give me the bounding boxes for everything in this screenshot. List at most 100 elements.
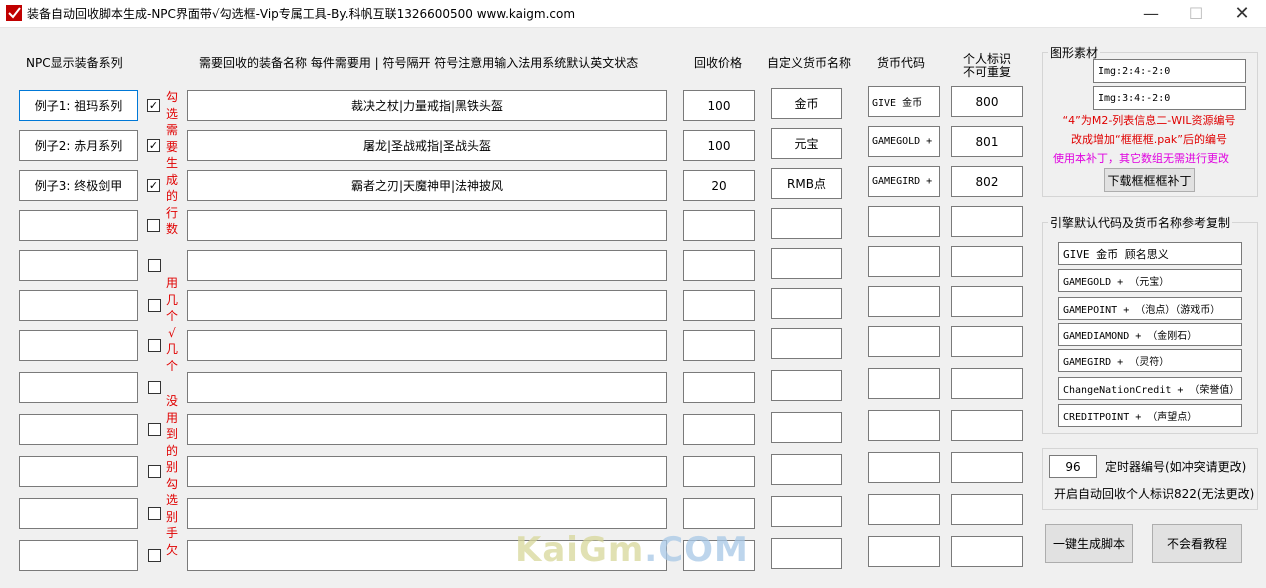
price-input[interactable]: 100 — [683, 90, 755, 121]
tutorial-button[interactable]: 不会看教程 — [1152, 524, 1242, 563]
currency-name-input[interactable]: 元宝 — [771, 128, 842, 159]
img-field-1[interactable]: Img:2:4:-2:0 — [1093, 59, 1246, 83]
item-names-input[interactable]: 屠龙|圣战戒指|圣战头盔 — [187, 130, 667, 161]
item-names-input[interactable] — [187, 290, 667, 321]
npc-series-input[interactable] — [19, 540, 138, 571]
currency-name-input[interactable] — [771, 370, 842, 401]
item-names-input[interactable] — [187, 372, 667, 403]
engine-code-field[interactable]: ChangeNationCredit + （荣誉值） — [1058, 377, 1242, 400]
row-checkbox[interactable] — [148, 423, 161, 436]
currency-name-input[interactable] — [771, 454, 842, 485]
price-input[interactable] — [683, 250, 755, 281]
personal-id-input[interactable]: 801 — [951, 126, 1023, 157]
header-price: 回收价格 — [694, 56, 743, 70]
row-checkbox[interactable] — [148, 507, 161, 520]
currency-code-input[interactable] — [868, 246, 940, 277]
personal-id-input[interactable] — [951, 452, 1023, 483]
price-input[interactable] — [683, 498, 755, 529]
currency-code-input[interactable] — [868, 494, 940, 525]
price-input[interactable] — [683, 456, 755, 487]
npc-series-input[interactable] — [19, 414, 138, 445]
item-names-input[interactable] — [187, 250, 667, 281]
personal-id-input[interactable] — [951, 326, 1023, 357]
engine-code-field[interactable]: GAMEGOLD + （元宝） — [1058, 269, 1242, 292]
price-input[interactable]: 20 — [683, 170, 755, 201]
currency-name-input[interactable] — [771, 208, 842, 239]
item-names-input[interactable] — [187, 498, 667, 529]
npc-series-input[interactable] — [19, 372, 138, 403]
currency-code-input[interactable] — [868, 410, 940, 441]
npc-series-input[interactable] — [19, 498, 138, 529]
currency-code-input[interactable] — [868, 536, 940, 567]
minimize-button[interactable]: — — [1128, 0, 1174, 27]
currency-name-input[interactable]: RMB点 — [771, 168, 842, 199]
personal-id-input[interactable] — [951, 494, 1023, 525]
maximize-button[interactable]: ☐ — [1173, 0, 1219, 27]
currency-code-input[interactable]: GAMEGOLD + — [868, 126, 940, 157]
currency-name-input[interactable]: 金币 — [771, 88, 842, 119]
npc-series-input[interactable] — [19, 210, 138, 241]
price-input[interactable] — [683, 290, 755, 321]
npc-series-input[interactable]: 例子3: 终极剑甲 — [19, 170, 138, 201]
engine-code-field[interactable]: GIVE 金币 顾名思义 — [1058, 242, 1242, 265]
item-names-input[interactable] — [187, 330, 667, 361]
currency-name-input[interactable] — [771, 248, 842, 279]
item-names-input[interactable] — [187, 210, 667, 241]
timer-number-input[interactable]: 96 — [1049, 455, 1097, 478]
currency-name-input[interactable] — [771, 538, 842, 569]
currency-code-input[interactable]: GAMEGIRD + — [868, 166, 940, 197]
currency-name-input[interactable] — [771, 496, 842, 527]
currency-code-input[interactable] — [868, 326, 940, 357]
row-checkbox[interactable]: ✓ — [147, 99, 160, 112]
row-checkbox[interactable] — [148, 259, 161, 272]
personal-id-input[interactable] — [951, 536, 1023, 567]
personal-id-input[interactable] — [951, 246, 1023, 277]
personal-id-input[interactable] — [951, 410, 1023, 441]
item-names-input[interactable] — [187, 456, 667, 487]
item-names-input[interactable]: 霸者之刃|天魔神甲|法神披风 — [187, 170, 667, 201]
npc-series-input[interactable]: 例子2: 赤月系列 — [19, 130, 138, 161]
row-checkbox[interactable] — [148, 381, 161, 394]
currency-name-input[interactable] — [771, 412, 842, 443]
row-checkbox[interactable] — [148, 549, 161, 562]
currency-code-input[interactable] — [868, 206, 940, 237]
engine-code-field[interactable]: GAMEGIRD + （灵符） — [1058, 349, 1242, 372]
header-personal-id-line2: 不可重复 — [962, 65, 1011, 79]
npc-series-input[interactable] — [19, 250, 138, 281]
personal-id-input[interactable]: 802 — [951, 166, 1023, 197]
price-input[interactable] — [683, 210, 755, 241]
currency-code-input[interactable]: GIVE 金币 — [868, 86, 940, 117]
personal-id-input[interactable] — [951, 206, 1023, 237]
npc-series-input[interactable] — [19, 290, 138, 321]
currency-code-input[interactable] — [868, 368, 940, 399]
price-input[interactable] — [683, 414, 755, 445]
npc-series-input[interactable]: 例子1: 祖玛系列 — [19, 90, 138, 121]
price-input[interactable]: 100 — [683, 130, 755, 161]
row-checkbox[interactable] — [148, 339, 161, 352]
currency-name-input[interactable] — [771, 328, 842, 359]
download-patch-button[interactable]: 下载框框框补丁 — [1104, 168, 1195, 192]
row-checkbox[interactable] — [148, 299, 161, 312]
npc-series-input[interactable] — [19, 330, 138, 361]
engine-code-field[interactable]: GAMEDIAMOND + （金刚石） — [1058, 323, 1242, 346]
row-checkbox[interactable]: ✓ — [147, 139, 160, 152]
engine-code-field[interactable]: CREDITPOINT + （声望点） — [1058, 404, 1242, 427]
currency-name-input[interactable] — [771, 288, 842, 319]
npc-series-input[interactable] — [19, 456, 138, 487]
close-button[interactable]: ✕ — [1219, 0, 1265, 27]
personal-id-input[interactable] — [951, 368, 1023, 399]
row-checkbox[interactable]: ✓ — [147, 179, 160, 192]
personal-id-input[interactable] — [951, 286, 1023, 317]
engine-code-field[interactable]: GAMEPOINT + （泡点）（游戏币） — [1058, 297, 1242, 320]
img-field-2[interactable]: Img:3:4:-2:0 — [1093, 86, 1246, 110]
price-input[interactable] — [683, 330, 755, 361]
price-input[interactable] — [683, 372, 755, 403]
item-names-input[interactable] — [187, 414, 667, 445]
generate-script-button[interactable]: 一键生成脚本 — [1045, 524, 1133, 563]
row-checkbox[interactable] — [147, 219, 160, 232]
personal-id-input[interactable]: 800 — [951, 86, 1023, 117]
currency-code-input[interactable] — [868, 286, 940, 317]
row-checkbox[interactable] — [148, 465, 161, 478]
item-names-input[interactable]: 裁决之杖|力量戒指|黑铁头盔 — [187, 90, 667, 121]
currency-code-input[interactable] — [868, 452, 940, 483]
